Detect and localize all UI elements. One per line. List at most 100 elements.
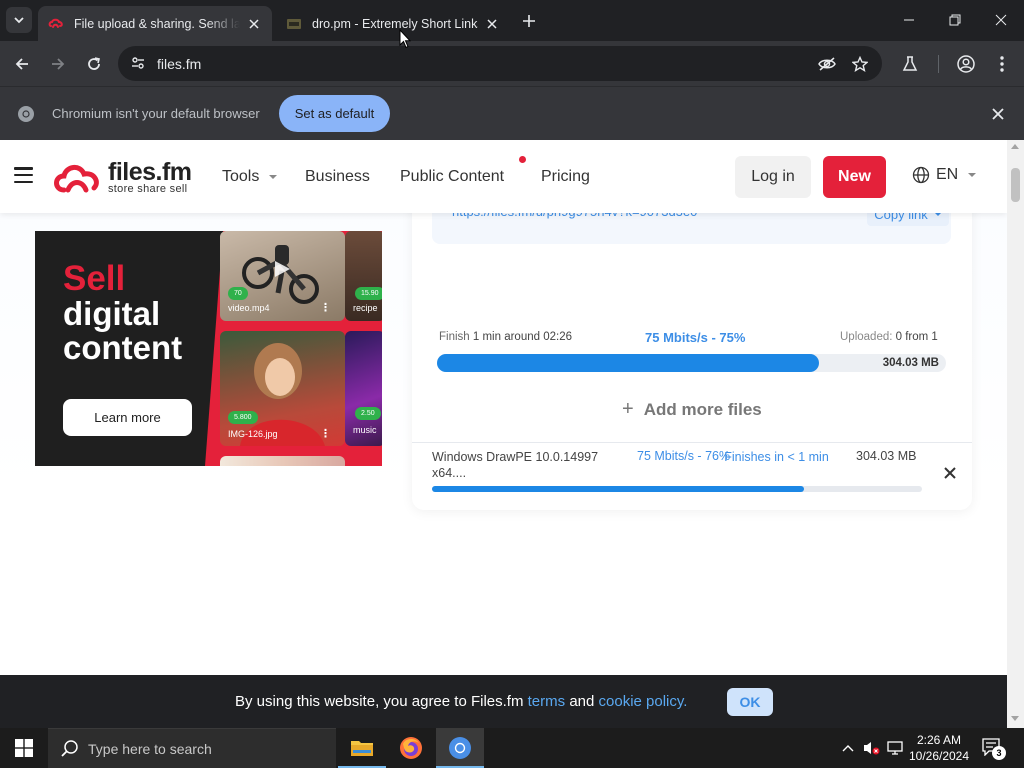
chromium-app[interactable] bbox=[436, 728, 484, 768]
file-explorer-app[interactable] bbox=[338, 728, 386, 768]
total-size: 304.03 MB bbox=[882, 357, 939, 369]
tab-files-fm[interactable]: File upload & sharing. Send large files bbox=[38, 6, 272, 41]
folder-icon bbox=[351, 741, 373, 756]
infobar-message: Chromium isn't your default browser bbox=[52, 106, 260, 121]
address-bar[interactable]: files.fm bbox=[118, 46, 882, 81]
minimize-icon bbox=[904, 19, 914, 21]
taskbar-search[interactable]: Type here to search bbox=[48, 728, 336, 768]
search-placeholder: Type here to search bbox=[88, 741, 212, 757]
url-text[interactable]: files.fm bbox=[157, 56, 201, 72]
globe-icon bbox=[912, 166, 930, 184]
close-window-button[interactable] bbox=[978, 0, 1024, 40]
finish-value: 1 min around 02:26 bbox=[472, 331, 572, 343]
tab-strip: File upload & sharing. Send large files … bbox=[0, 0, 1024, 41]
terms-link[interactable]: terms bbox=[528, 693, 566, 710]
files-fm-logo[interactable]: files.fm store share sell bbox=[52, 158, 202, 198]
cookie-prefix: By using this website, you agree to File… bbox=[235, 693, 524, 710]
mouse-cursor-icon bbox=[399, 29, 411, 49]
file-progress-bar bbox=[432, 486, 922, 492]
site-info-icon[interactable] bbox=[126, 51, 150, 75]
cookie-ok-button[interactable]: OK bbox=[727, 688, 773, 716]
firefox-app[interactable] bbox=[387, 728, 435, 768]
start-button[interactable] bbox=[0, 728, 48, 768]
scrollbar-thumb[interactable] bbox=[1011, 168, 1020, 202]
chevron-up-icon[interactable] bbox=[838, 738, 858, 758]
tile-badge: 2.50 bbox=[355, 407, 381, 420]
back-button[interactable] bbox=[8, 50, 36, 78]
system-clock[interactable]: 2:26 AM 10/26/2024 bbox=[908, 732, 970, 764]
site-header: files.fm store share sell Tools Business… bbox=[0, 140, 1007, 213]
tile-badge: 70 bbox=[228, 287, 248, 300]
arrow-left-icon bbox=[15, 58, 28, 70]
tab-dro-pm[interactable]: dro.pm - Extremely Short Links bbox=[276, 6, 510, 41]
nav-business[interactable]: Business bbox=[305, 168, 370, 186]
tab-close-icon[interactable] bbox=[246, 16, 262, 32]
uploaded-label: Uploaded: bbox=[840, 331, 893, 343]
browser-toolbar: files.fm bbox=[0, 41, 1024, 86]
forward-button[interactable] bbox=[44, 50, 72, 78]
tile-label: music bbox=[353, 425, 377, 435]
infobar-close-icon[interactable] bbox=[989, 105, 1007, 123]
tile-label: video.mp4 bbox=[228, 303, 270, 313]
menu-kebab-icon[interactable] bbox=[990, 52, 1014, 76]
eye-off-icon[interactable] bbox=[816, 53, 838, 75]
file-progress-fill bbox=[432, 486, 805, 492]
reload-button[interactable] bbox=[80, 50, 108, 78]
uploaded-value: 0 from 1 bbox=[895, 331, 938, 343]
tab-title: dro.pm - Extremely Short Links bbox=[312, 16, 478, 31]
hamburger-menu-icon[interactable] bbox=[14, 167, 33, 183]
nav-tools-label: Tools bbox=[222, 168, 260, 185]
windows-logo-icon bbox=[15, 739, 33, 757]
file-size: 304.03 MB bbox=[856, 449, 917, 463]
dro-pm-favicon-icon bbox=[286, 16, 302, 32]
ad-headline-sell: Sell bbox=[63, 259, 126, 298]
profile-icon[interactable] bbox=[954, 52, 978, 76]
minimize-button[interactable] bbox=[886, 0, 932, 40]
nav-pricing[interactable]: Pricing bbox=[541, 168, 590, 186]
cookie-policy-link[interactable]: cookie policy. bbox=[599, 693, 688, 710]
notification-count: 3 bbox=[992, 746, 1006, 760]
tab-search-button[interactable] bbox=[6, 7, 32, 33]
notification-center-icon[interactable]: 3 bbox=[982, 738, 1006, 760]
sell-digital-content-ad[interactable]: Sell digital content Learn more 70 video… bbox=[35, 231, 382, 466]
scroll-down-arrow-icon[interactable] bbox=[1011, 716, 1019, 721]
tile-label: IMG-126.jpg bbox=[228, 429, 278, 439]
firefox-icon bbox=[400, 737, 422, 759]
windows-taskbar: Type here to search 2:26 AM 10/26/2024 3 bbox=[0, 728, 1024, 768]
learn-more-button[interactable]: Learn more bbox=[63, 399, 192, 436]
arrow-right-icon bbox=[52, 58, 65, 70]
cookie-consent-bar: By using this website, you agree to File… bbox=[0, 675, 1007, 728]
language-label: EN bbox=[936, 166, 959, 183]
login-button[interactable]: Log in bbox=[735, 156, 811, 198]
uploaded-count: Uploaded: 0 from 1 bbox=[840, 331, 938, 343]
new-tab-button[interactable] bbox=[518, 10, 540, 32]
file-name: Windows DrawPE 10.0.14997 x64.... bbox=[432, 450, 599, 480]
total-progress-fill bbox=[437, 354, 819, 372]
cancel-upload-icon[interactable] bbox=[942, 465, 958, 481]
network-icon[interactable] bbox=[885, 738, 905, 758]
nav-tools[interactable]: Tools bbox=[222, 168, 278, 186]
ad-tile-video: 70 video.mp4 ⋮ bbox=[220, 231, 345, 321]
set-as-default-button[interactable]: Set as default bbox=[279, 95, 390, 132]
caret-down-icon bbox=[968, 173, 977, 177]
toolbar-separator bbox=[938, 55, 939, 73]
new-button[interactable]: New bbox=[823, 156, 886, 198]
tab-title: File upload & sharing. Send large files bbox=[74, 16, 240, 31]
bookmark-star-icon[interactable] bbox=[849, 53, 871, 75]
labs-flask-icon[interactable] bbox=[898, 52, 922, 76]
ad-tile-music: 2.50 music bbox=[345, 331, 382, 446]
language-selector[interactable]: EN bbox=[912, 166, 977, 184]
add-more-files-button[interactable]: + Add more files bbox=[622, 398, 762, 421]
tab-close-icon[interactable] bbox=[484, 16, 500, 32]
volume-muted-icon[interactable] bbox=[861, 738, 881, 758]
page-scrollbar[interactable] bbox=[1007, 140, 1024, 728]
cookie-and: and bbox=[569, 693, 595, 710]
tile-label: recipe bbox=[353, 303, 378, 313]
tile-badge: 15.90 bbox=[355, 287, 382, 300]
nav-public-content[interactable]: Public Content bbox=[400, 168, 504, 186]
logo-tagline: store share sell bbox=[108, 183, 188, 195]
file-upload-row: Windows DrawPE 10.0.14997 x64.... 75 Mbi… bbox=[412, 442, 972, 510]
scroll-up-arrow-icon[interactable] bbox=[1011, 144, 1019, 149]
restore-button[interactable] bbox=[932, 0, 978, 40]
reload-icon bbox=[88, 57, 100, 70]
